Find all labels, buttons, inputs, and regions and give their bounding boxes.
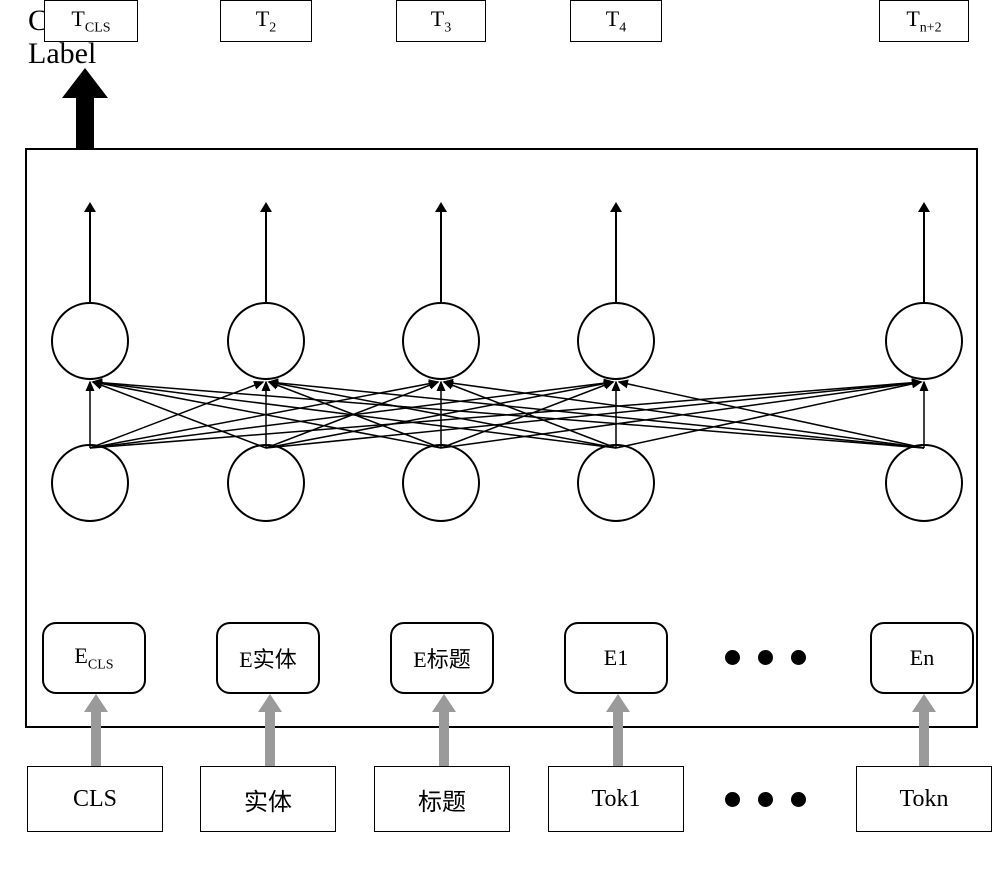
ellipsis-embeddings (725, 650, 806, 665)
input-entity: 实体 (200, 766, 336, 832)
hidden-top-4 (577, 302, 655, 380)
arrow-circle-to-tcls (89, 210, 91, 302)
hidden-bottom-4 (577, 444, 655, 522)
embedding-en: En (870, 622, 974, 694)
input-tokn: Tokn (856, 766, 992, 832)
output-t2: T2 (220, 0, 312, 42)
hidden-top-2 (227, 302, 305, 380)
output-t3: T3 (396, 0, 486, 42)
ellipsis-inputs (725, 792, 806, 807)
output-t-cls: TCLS (44, 0, 138, 42)
input-title: 标题 (374, 766, 510, 832)
input-arrow-tokn (910, 694, 938, 766)
arrow-circle-to-tn2 (923, 210, 925, 302)
hidden-bottom-1 (51, 444, 129, 522)
input-arrow-title (430, 694, 458, 766)
model-container (25, 148, 978, 728)
input-arrow-tok1 (604, 694, 632, 766)
input-cls: CLS (27, 766, 163, 832)
embedding-e1: E1 (564, 622, 668, 694)
embedding-e-entity: E实体 (216, 622, 320, 694)
arrow-circle-to-t3 (440, 210, 442, 302)
hidden-bottom-n (885, 444, 963, 522)
input-arrow-entity (256, 694, 284, 766)
output-tn2: Tn+2 (879, 0, 969, 42)
hidden-bottom-3 (402, 444, 480, 522)
hidden-top-n (885, 302, 963, 380)
arrow-circle-to-t2 (265, 210, 267, 302)
embedding-e-title: E标题 (390, 622, 494, 694)
input-arrow-cls (82, 694, 110, 766)
hidden-bottom-2 (227, 444, 305, 522)
hidden-top-1 (51, 302, 129, 380)
arrow-circle-to-t4 (615, 210, 617, 302)
embedding-e-cls: ECLS (42, 622, 146, 694)
output-t4: T4 (570, 0, 662, 42)
hidden-top-3 (402, 302, 480, 380)
input-tok1: Tok1 (548, 766, 684, 832)
output-arrow-icon (60, 68, 110, 148)
